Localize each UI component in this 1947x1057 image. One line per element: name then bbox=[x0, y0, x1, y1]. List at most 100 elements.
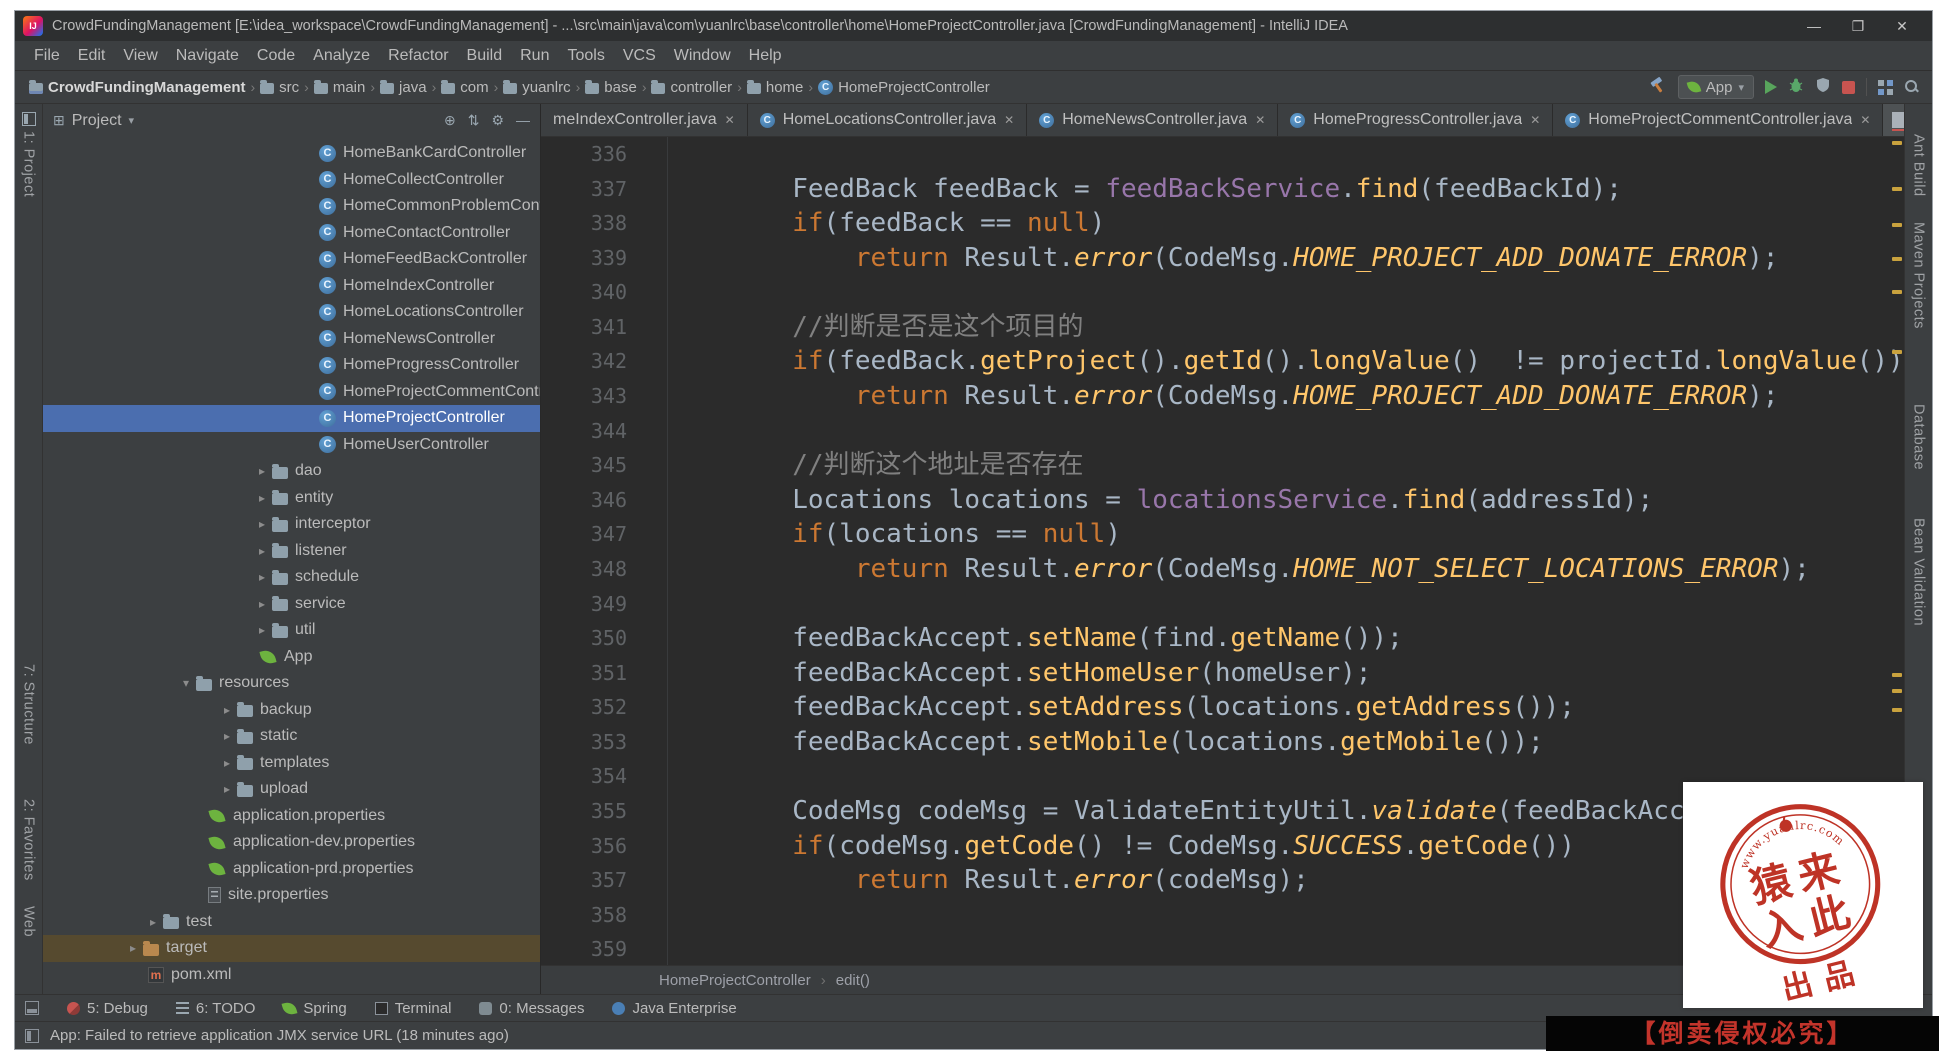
line-number[interactable]: 357 bbox=[541, 863, 667, 898]
line-number[interactable]: 349 bbox=[541, 587, 667, 622]
line-number[interactable]: 354 bbox=[541, 759, 667, 794]
line-number[interactable]: 340 bbox=[541, 275, 667, 310]
tree-item-homeprogresscontroller[interactable]: C HomeProgressController bbox=[43, 352, 540, 379]
tree-item-app[interactable]: App bbox=[43, 644, 540, 671]
code-line[interactable]: 345 //判断这个地址是否存在 bbox=[541, 448, 1904, 483]
tool-button-bean-validation[interactable]: Bean Validation bbox=[1905, 518, 1932, 626]
breadcrumb-item-java[interactable]: java bbox=[380, 79, 427, 96]
menu-item-analyze[interactable]: Analyze bbox=[304, 41, 379, 71]
code-line[interactable]: 337 FeedBack feedBack = feedBackService.… bbox=[541, 172, 1904, 207]
tree-item-homenewscontroller[interactable]: C HomeNewsController bbox=[43, 326, 540, 353]
minimize-button[interactable]: — bbox=[1792, 11, 1836, 41]
tool-button-java-enterprise[interactable]: Java Enterprise bbox=[612, 1000, 737, 1017]
menu-item-window[interactable]: Window bbox=[665, 41, 740, 71]
expand-arrow-icon[interactable]: ▸ bbox=[252, 597, 272, 611]
menu-item-navigate[interactable]: Navigate bbox=[167, 41, 248, 71]
code-line[interactable]: 348 return Result.error(CodeMsg.HOME_NOT… bbox=[541, 552, 1904, 587]
line-number[interactable]: 341 bbox=[541, 310, 667, 345]
breadcrumb-class[interactable]: HomeProjectController bbox=[659, 972, 811, 989]
code-line[interactable]: 344 bbox=[541, 414, 1904, 449]
menu-item-run[interactable]: Run bbox=[511, 41, 558, 71]
tool-button-web[interactable]: Web bbox=[15, 906, 42, 937]
tree-item-listener[interactable]: ▸ listener bbox=[43, 538, 540, 565]
tree-item-static[interactable]: ▸ static bbox=[43, 723, 540, 750]
expand-arrow-icon[interactable]: ▸ bbox=[217, 782, 237, 796]
expand-arrow-icon[interactable]: ▸ bbox=[252, 544, 272, 558]
expand-arrow-icon[interactable]: ▸ bbox=[217, 703, 237, 717]
close-icon[interactable]: ✕ bbox=[1255, 113, 1265, 127]
tree-item-pom-xml[interactable]: m pom.xml bbox=[43, 962, 540, 989]
tree-item-target[interactable]: ▸ target bbox=[43, 935, 540, 962]
expand-arrow-icon[interactable]: ▸ bbox=[143, 915, 163, 929]
line-number[interactable]: 338 bbox=[541, 206, 667, 241]
panel-title-caret-icon[interactable]: ▾ bbox=[129, 114, 135, 127]
close-icon[interactable]: ✕ bbox=[1860, 113, 1870, 127]
tree-item-homelocationscontroller[interactable]: C HomeLocationsController bbox=[43, 299, 540, 326]
breadcrumb-item-src[interactable]: src bbox=[260, 79, 299, 96]
tree-item-homebankcardcontroller[interactable]: C HomeBankCardController bbox=[43, 140, 540, 167]
expand-arrow-icon[interactable]: ▸ bbox=[252, 517, 272, 531]
tree-item-service[interactable]: ▸ service bbox=[43, 591, 540, 618]
code-line[interactable]: 353 feedBackAccept.setMobile(locations.g… bbox=[541, 725, 1904, 760]
tree-item-resources[interactable]: ▾ resources bbox=[43, 670, 540, 697]
editor-tab-homenewscontroller-java[interactable]: C HomeNewsController.java ✕ bbox=[1027, 104, 1279, 136]
toolwindow-toggle-icon[interactable] bbox=[25, 1001, 39, 1015]
maximize-button[interactable]: ❐ bbox=[1836, 11, 1880, 41]
breadcrumb-item-yuanlrc[interactable]: yuanlrc bbox=[503, 79, 571, 96]
tool-button-ant-build[interactable]: Ant Build bbox=[1905, 134, 1932, 197]
tool-button-maven-projects[interactable]: Maven Projects bbox=[1905, 222, 1932, 329]
code-line[interactable]: 341 //判断是否是这个项目的 bbox=[541, 310, 1904, 345]
tree-item-homeprojectcontroller[interactable]: C HomeProjectController bbox=[43, 405, 540, 432]
panel-title[interactable]: Project bbox=[72, 112, 122, 130]
tree-item-homecollectcontroller[interactable]: C HomeCollectController bbox=[43, 167, 540, 194]
line-number[interactable]: 353 bbox=[541, 725, 667, 760]
tree-item-schedule[interactable]: ▸ schedule bbox=[43, 564, 540, 591]
run-button[interactable] bbox=[1765, 80, 1777, 94]
debug-button-bug-icon[interactable] bbox=[1788, 77, 1804, 98]
menu-item-edit[interactable]: Edit bbox=[69, 41, 115, 71]
stop-button[interactable] bbox=[1842, 80, 1855, 94]
code-line[interactable]: 352 feedBackAccept.setAddress(locations.… bbox=[541, 690, 1904, 725]
editor-tab-homelocationscontroller-java[interactable]: C HomeLocationsController.java ✕ bbox=[748, 104, 1028, 136]
search-icon[interactable] bbox=[1904, 79, 1920, 95]
tool-button-database[interactable]: Database bbox=[1905, 404, 1932, 470]
line-number[interactable]: 345 bbox=[541, 448, 667, 483]
menu-item-vcs[interactable]: VCS bbox=[614, 41, 665, 71]
settings-gear-icon[interactable]: ⚙ bbox=[491, 112, 504, 129]
menu-item-refactor[interactable]: Refactor bbox=[379, 41, 457, 71]
code-line[interactable]: 343 return Result.error(CodeMsg.HOME_PRO… bbox=[541, 379, 1904, 414]
tool-button-5-debug[interactable]: 5: Debug bbox=[67, 1000, 148, 1017]
tool-button-terminal[interactable]: Terminal bbox=[374, 1000, 451, 1017]
tree-item-application-prd-properties[interactable]: application-prd.properties bbox=[43, 856, 540, 883]
tree-item-homeprojectcommentcontroller[interactable]: C HomeProjectCommentController bbox=[43, 379, 540, 406]
tree-item-application-properties[interactable]: application.properties bbox=[43, 803, 540, 830]
toolwindow-switcher-icon[interactable] bbox=[25, 1028, 39, 1043]
build-hammer-icon[interactable] bbox=[1649, 76, 1667, 99]
collapse-all-icon[interactable]: ⇅ bbox=[468, 112, 480, 129]
breadcrumb-item-home[interactable]: home bbox=[746, 79, 803, 96]
tree-item-entity[interactable]: ▸ entity bbox=[43, 485, 540, 512]
line-number[interactable]: 352 bbox=[541, 690, 667, 725]
tree-item-homecontactcontroller[interactable]: C HomeContactController bbox=[43, 220, 540, 247]
line-number[interactable]: 351 bbox=[541, 656, 667, 691]
editor-tab-homeprojectcommentcontroller-java[interactable]: C HomeProjectCommentController.java ✕ bbox=[1553, 104, 1884, 136]
tree-item-test[interactable]: ▸ test bbox=[43, 909, 540, 936]
expand-arrow-icon[interactable]: ▸ bbox=[252, 623, 272, 637]
tool-button-spring[interactable]: Spring bbox=[281, 1000, 347, 1017]
menu-item-view[interactable]: View bbox=[114, 41, 166, 71]
expand-arrow-icon[interactable]: ▸ bbox=[217, 729, 237, 743]
line-number[interactable]: 343 bbox=[541, 379, 667, 414]
line-number[interactable]: 342 bbox=[541, 344, 667, 379]
code-line[interactable]: 346 Locations locations = locationsServi… bbox=[541, 483, 1904, 518]
code-line[interactable]: 351 feedBackAccept.setHomeUser(homeUser)… bbox=[541, 656, 1904, 691]
line-number[interactable]: 337 bbox=[541, 172, 667, 207]
close-icon[interactable]: ✕ bbox=[1004, 113, 1014, 127]
line-number[interactable]: 336 bbox=[541, 137, 667, 172]
line-number[interactable]: 356 bbox=[541, 829, 667, 864]
tree-item-homeusercontroller[interactable]: C HomeUserController bbox=[43, 432, 540, 459]
line-number[interactable]: 350 bbox=[541, 621, 667, 656]
code-line[interactable]: 336 bbox=[541, 137, 1904, 172]
expand-arrow-icon[interactable]: ▸ bbox=[252, 491, 272, 505]
line-number[interactable]: 347 bbox=[541, 517, 667, 552]
tool-button-7-structure[interactable]: 7: Structure bbox=[15, 664, 42, 745]
